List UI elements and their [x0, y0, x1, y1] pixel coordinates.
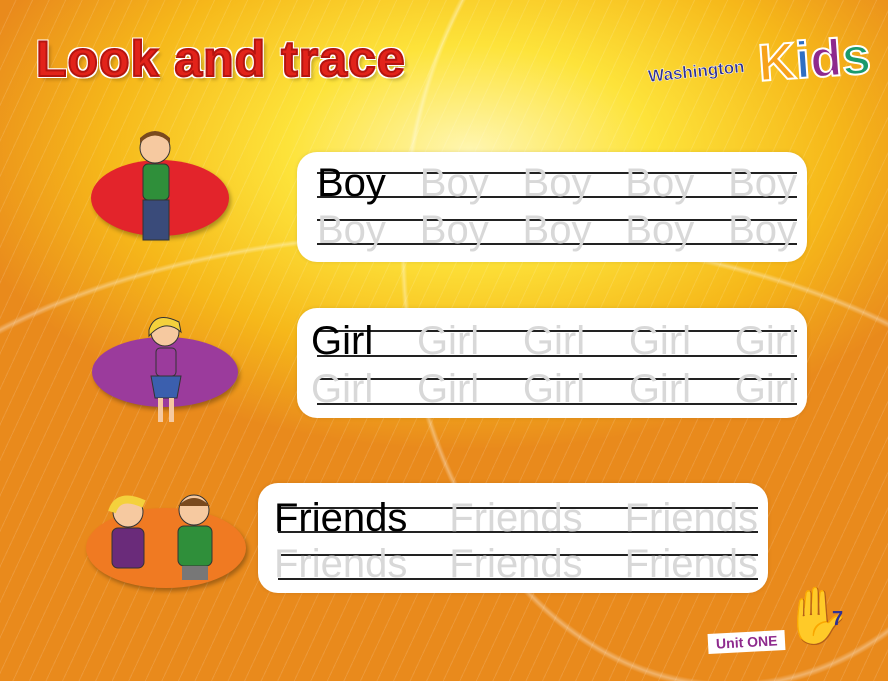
friends-illustration — [108, 494, 213, 580]
trace-word[interactable]: Girl — [629, 321, 691, 361]
trace-row: Friends Friends Friends — [274, 498, 758, 538]
trace-word[interactable]: Friends — [625, 544, 758, 584]
trace-word[interactable]: Friends — [625, 498, 758, 538]
trace-word[interactable]: Girl — [417, 369, 479, 409]
logo-name: Kids — [755, 26, 873, 94]
trace-word[interactable]: Boy — [728, 163, 797, 203]
boy-illustration — [139, 131, 171, 241]
trace-card-girl: Girl Girl Girl Girl Girl Girl Girl Girl Girl Gir… — [297, 308, 807, 418]
page-title: Look and trace — [35, 30, 406, 88]
trace-word[interactable]: Friends — [274, 544, 407, 584]
trace-card-friends: Friends Friends Friends Friends Friends Frie… — [258, 483, 768, 593]
trace-word[interactable]: Boy — [420, 163, 489, 203]
trace-row: Friends Friends Friends — [274, 544, 758, 584]
trace-word[interactable]: Girl — [735, 321, 797, 361]
trace-word[interactable]: Boy — [625, 163, 694, 203]
trace-word[interactable]: Girl — [311, 369, 373, 409]
logo-prefix: Washington — [647, 57, 746, 87]
trace-row: Girl Girl Girl Girl Girl — [311, 369, 797, 409]
trace-word[interactable]: Girl — [523, 369, 585, 409]
trace-row: Boy Boy Boy Boy Boy — [317, 210, 797, 250]
trace-word[interactable]: Boy — [420, 210, 489, 250]
trace-word[interactable]: Boy — [523, 210, 592, 250]
trace-word[interactable]: Friends — [449, 544, 582, 584]
model-word: Girl — [311, 319, 374, 363]
page-number: 7 — [832, 608, 844, 630]
trace-row: Boy Boy Boy Boy Boy — [317, 163, 797, 203]
trace-word[interactable]: Girl — [735, 369, 797, 409]
model-word: Boy — [317, 161, 386, 205]
trace-word[interactable]: Friends — [449, 498, 582, 538]
unit-label: Unit ONE — [707, 629, 786, 655]
trace-word[interactable]: Girl — [629, 369, 691, 409]
trace-row: Girl Girl Girl Girl Girl — [311, 321, 797, 361]
trace-word[interactable]: Girl — [523, 321, 585, 361]
trace-word[interactable]: Boy — [523, 163, 592, 203]
trace-word[interactable]: Girl — [417, 321, 479, 361]
trace-word[interactable]: Boy — [728, 210, 797, 250]
girl-illustration — [148, 317, 182, 422]
trace-card-boy: Boy Boy Boy Boy Boy Boy Boy Boy Boy Boy — [297, 152, 807, 262]
model-word: Friends — [274, 496, 408, 540]
washington-kids-logo: Washington Kids — [647, 26, 874, 100]
trace-word[interactable]: Boy — [317, 210, 386, 250]
trace-word[interactable]: Boy — [625, 210, 694, 250]
